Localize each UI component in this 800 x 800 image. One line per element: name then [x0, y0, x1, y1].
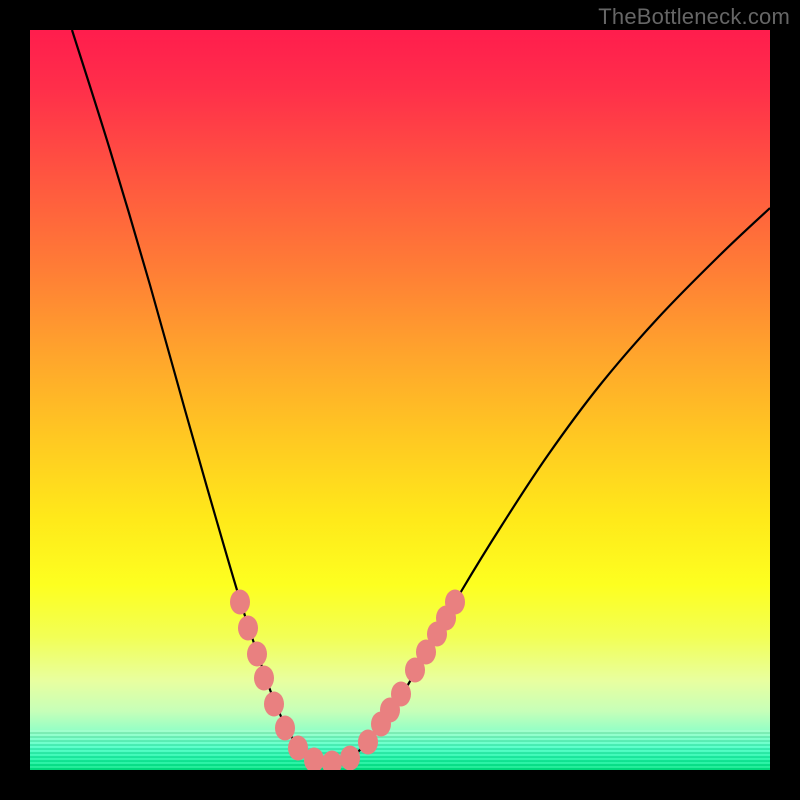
highlight-dot	[340, 746, 360, 771]
highlight-dot	[238, 616, 258, 641]
highlight-dot	[445, 590, 465, 615]
watermark-text: TheBottleneck.com	[598, 4, 790, 30]
highlight-dot	[254, 666, 274, 691]
highlight-dot	[247, 642, 267, 667]
plot-area	[30, 30, 770, 770]
highlight-dots-group	[230, 590, 465, 771]
outer-frame: TheBottleneck.com	[0, 0, 800, 800]
highlight-dot	[391, 682, 411, 707]
highlight-dot	[264, 692, 284, 717]
highlight-dot	[275, 716, 295, 741]
highlight-dot	[230, 590, 250, 615]
curve-layer	[30, 30, 770, 770]
highlight-dot	[322, 751, 342, 771]
